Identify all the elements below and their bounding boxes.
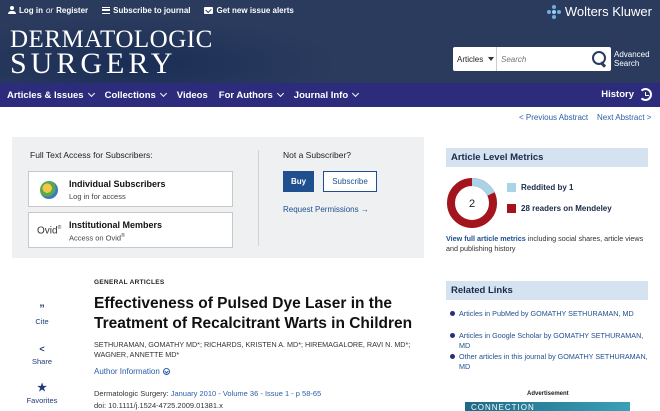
site-header: Log in or Register Subscribe to journal …	[0, 0, 660, 83]
related-link-scholar[interactable]: Articles in Google Scholar by GOMATHY SE…	[450, 331, 650, 351]
access-box: Full Text Access for Subscribers: Indivi…	[12, 137, 424, 258]
related-link-journal[interactable]: Other articles in this journal by GOMATH…	[450, 352, 650, 372]
individual-subscribers-button[interactable]: Individual Subscribers Log in for access	[28, 171, 233, 207]
buy-button[interactable]: Buy	[283, 171, 314, 192]
bullet-icon	[450, 311, 455, 316]
wolters-kluwer-logo-icon	[546, 4, 561, 19]
article-title: Effectiveness of Pulsed Dye Laser in the…	[94, 295, 413, 332]
quote-icon: ”	[39, 303, 45, 315]
issue-alerts-label: Get new issue alerts	[216, 5, 294, 15]
subscribe-journal-label: Subscribe to journal	[113, 5, 191, 15]
access-title: Full Text Access for Subscribers:	[30, 150, 153, 160]
author-information-toggle[interactable]: Author Information	[94, 367, 170, 376]
doi: doi: 10.1111/j.1524-4725.2009.01381.x	[94, 401, 223, 410]
view-full-metrics-link[interactable]: View full article metrics	[446, 234, 526, 243]
share-icon: <	[39, 344, 45, 354]
history-button[interactable]: History	[601, 88, 652, 101]
reddit-swatch	[507, 183, 516, 192]
favorites-button[interactable]: ★ Favorites	[22, 382, 62, 406]
share-label: Share	[31, 357, 52, 366]
history-label: History	[601, 89, 634, 100]
bullet-icon	[450, 333, 455, 338]
history-icon	[639, 88, 652, 101]
menu-lines-icon	[102, 6, 111, 14]
request-permissions-link[interactable]: Request Permissions →	[283, 205, 369, 214]
top-links: Log in or Register Subscribe to journal …	[8, 4, 294, 16]
nav-articles-issues[interactable]: Articles & Issues	[7, 89, 95, 101]
institutional-sublabel: Access on Ovid®	[69, 233, 125, 243]
bullet-icon	[450, 354, 455, 359]
subscribe-journal-link[interactable]: Subscribe to journal	[102, 6, 190, 15]
search-scope-value: Articles	[457, 54, 484, 64]
mendeley-label: 28 readers on Mendeley	[521, 204, 612, 213]
article-authors: SETHURAMAN, GOMATHY MD*; RICHARDS, KRIST…	[94, 340, 411, 359]
search-bar: Articles	[453, 47, 611, 71]
nav-for-authors[interactable]: For Authors	[219, 89, 284, 101]
cite-button[interactable]: ” Cite	[22, 303, 62, 327]
search-icon[interactable]	[590, 50, 608, 68]
cite-label: Cite	[35, 317, 49, 326]
advertisement-banner[interactable]: CONNECTION	[465, 402, 630, 411]
chevron-down-circle-icon	[162, 368, 170, 375]
reddit-metric: Reddited by 1	[507, 183, 573, 192]
citation-line: Dermatologic Surgery: January 2010 - Vol…	[94, 389, 322, 398]
chevron-down-icon	[159, 89, 167, 98]
not-subscriber-heading: Not a Subscriber?	[283, 150, 352, 160]
main-nav: Articles & Issues Collections Videos For…	[0, 83, 660, 107]
article-metrics-heading: Article Level Metrics	[446, 148, 648, 167]
institutional-members-button[interactable]: Ovid® Institutional Members Access on Ov…	[28, 212, 233, 248]
ovid-logo: Ovid®	[37, 225, 62, 237]
article-category: GENERAL ARTICLES	[94, 279, 165, 286]
mendeley-metric: 28 readers on Mendeley	[507, 204, 612, 213]
previous-abstract-link[interactable]: < Previous Abstract	[519, 113, 588, 122]
reddit-label: Reddited by 1	[521, 183, 574, 192]
related-link-pubmed[interactable]: Articles in PubMed by GOMATHY SETHURAMAN…	[450, 309, 650, 319]
user-icon	[8, 6, 16, 14]
altmetric-donut[interactable]: 2	[446, 177, 498, 229]
individual-sublabel: Log in for access	[69, 192, 126, 201]
page: Log in or Register Subscribe to journal …	[0, 0, 660, 411]
nav-collections[interactable]: Collections	[105, 89, 167, 101]
individual-label: Individual Subscribers	[69, 179, 166, 189]
nav-videos[interactable]: Videos	[177, 90, 208, 101]
issue-link[interactable]: January 2010 - Volume 36 - Issue 1 - p 5…	[171, 389, 322, 398]
next-abstract-link[interactable]: Next Abstract >	[597, 113, 651, 122]
related-links-heading: Related Links	[446, 281, 648, 300]
globe-icon	[40, 181, 58, 199]
login-register: Log in or Register	[8, 6, 88, 15]
nav-journal-info[interactable]: Journal Info	[294, 89, 360, 101]
journal-title-line2[interactable]: SURGERY	[10, 49, 176, 79]
star-icon: ★	[37, 382, 47, 394]
login-link[interactable]: Log in	[19, 6, 43, 15]
subscribe-button[interactable]: Subscribe	[323, 171, 377, 192]
access-divider	[258, 150, 259, 246]
arrow-right-icon: →	[360, 205, 369, 214]
advanced-search-link[interactable]: Advanced Search	[614, 50, 658, 68]
search-scope-select[interactable]: Articles	[453, 47, 497, 71]
mendeley-swatch	[507, 204, 516, 213]
chevron-down-icon	[352, 89, 360, 98]
issue-alerts-link[interactable]: Get new issue alerts	[204, 5, 294, 15]
caret-down-icon	[488, 57, 495, 61]
chevron-down-icon	[87, 89, 95, 98]
favorites-label: Favorites	[26, 396, 58, 405]
share-button[interactable]: < Share	[22, 344, 62, 366]
altmetric-score: 2	[469, 198, 475, 210]
publisher-logo[interactable]: Wolters Kluwer	[546, 4, 652, 19]
full-metrics-text: View full article metrics including soci…	[446, 234, 644, 253]
chevron-down-icon	[276, 89, 284, 98]
publisher-name: Wolters Kluwer	[564, 4, 652, 19]
institutional-label: Institutional Members	[69, 220, 163, 230]
register-link[interactable]: Register	[56, 6, 88, 15]
advertisement-label: Advertisement	[527, 391, 569, 397]
mail-icon	[204, 6, 214, 14]
search-input[interactable]	[497, 48, 587, 70]
or-text: or	[46, 5, 54, 15]
